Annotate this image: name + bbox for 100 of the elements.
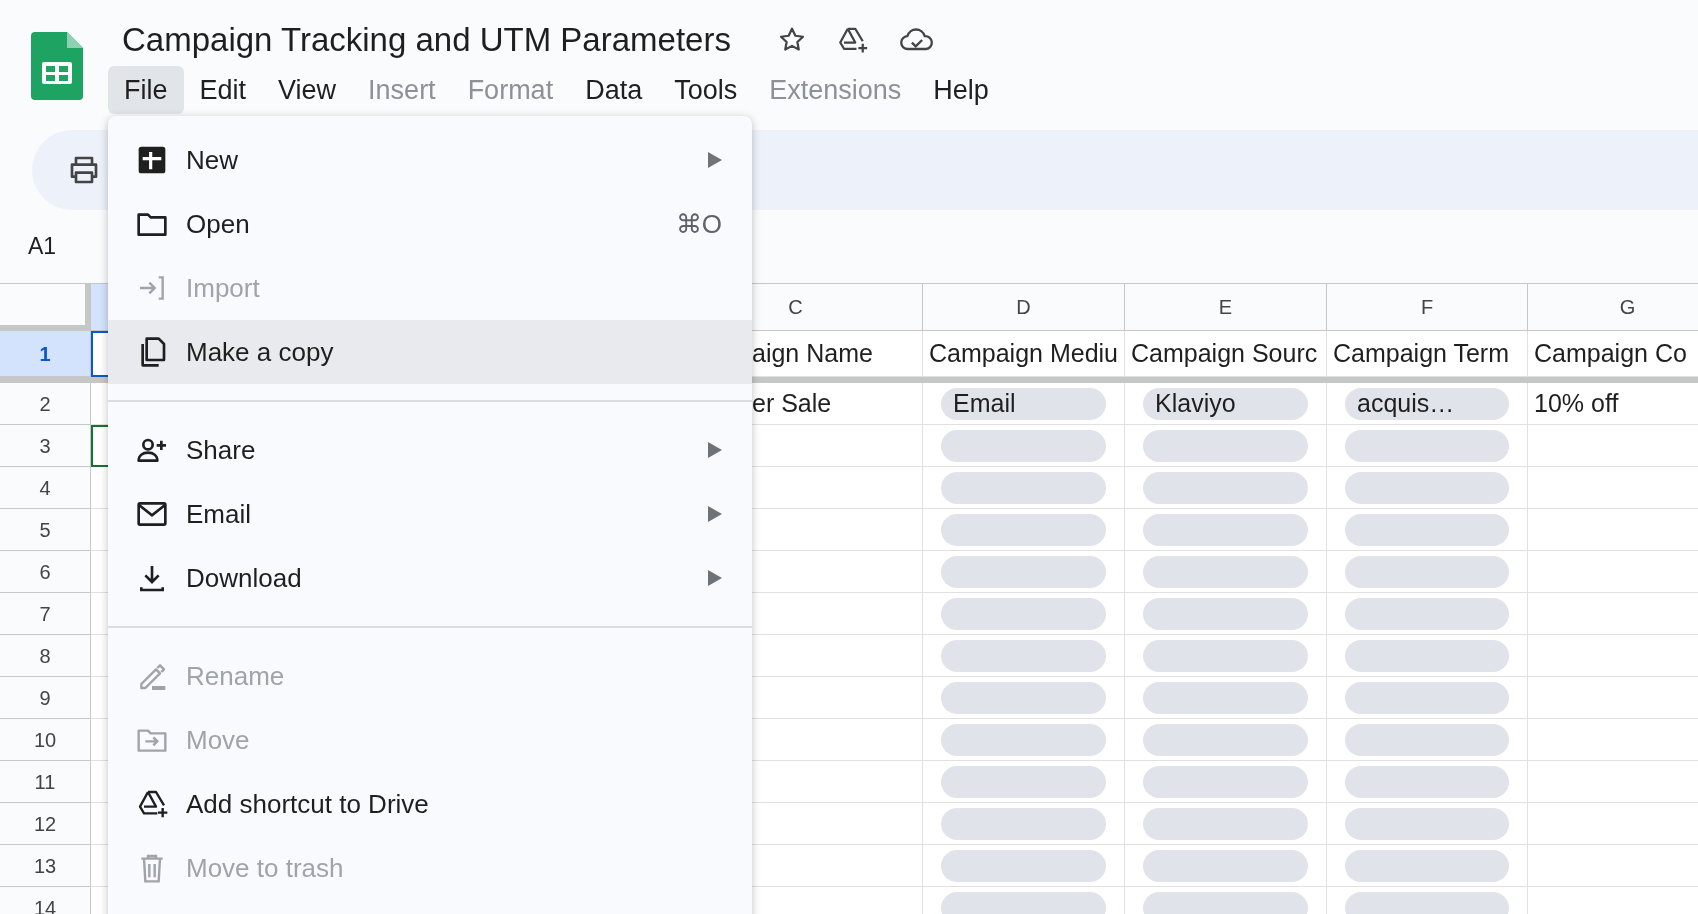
grid-cell[interactable] (1125, 761, 1327, 803)
print-icon[interactable] (68, 155, 100, 185)
document-title[interactable]: Campaign Tracking and UTM Parameters (122, 15, 731, 65)
dropdown-chip[interactable] (941, 765, 1106, 798)
grid-cell[interactable]: Klaviyo (1125, 383, 1327, 425)
grid-cell[interactable] (1327, 719, 1528, 761)
grid-cell[interactable] (1528, 719, 1698, 761)
dropdown-chip[interactable] (1345, 513, 1509, 546)
dropdown-chip[interactable] (941, 597, 1106, 630)
grid-cell[interactable] (1125, 593, 1327, 635)
dropdown-chip[interactable] (1143, 891, 1308, 914)
row-header[interactable]: 2 (0, 383, 91, 425)
row-header[interactable]: 4 (0, 467, 91, 509)
spreadsheet-logo-icon[interactable] (31, 32, 83, 100)
grid-cell[interactable] (923, 551, 1125, 593)
grid-cell[interactable] (1327, 635, 1528, 677)
dropdown-chip[interactable] (1143, 681, 1308, 714)
dropdown-chip[interactable] (1143, 597, 1308, 630)
grid-cell[interactable] (923, 635, 1125, 677)
menu-bar-item[interactable]: Edit (183, 66, 263, 114)
dropdown-chip[interactable] (1143, 639, 1308, 672)
grid-cell[interactable] (1125, 509, 1327, 551)
dropdown-chip[interactable] (1345, 429, 1509, 462)
grid-cell[interactable] (1528, 425, 1698, 467)
name-box[interactable]: A1 (28, 229, 57, 264)
dropdown-chip[interactable] (1345, 891, 1509, 914)
row-header[interactable]: 8 (0, 635, 91, 677)
dropdown-chip[interactable] (941, 429, 1106, 462)
grid-cell[interactable] (1125, 551, 1327, 593)
dropdown-chip[interactable] (1345, 681, 1509, 714)
grid-cell[interactable] (923, 467, 1125, 509)
grid-cell[interactable] (923, 845, 1125, 887)
grid-cell[interactable] (1528, 467, 1698, 509)
dropdown-chip[interactable] (1143, 555, 1308, 588)
dropdown-chip[interactable] (941, 471, 1106, 504)
grid-cell[interactable] (1327, 677, 1528, 719)
menu-item[interactable]: Add shortcut to Drive (108, 772, 752, 836)
row-header[interactable]: 9 (0, 677, 91, 719)
grid-cell[interactable] (1125, 719, 1327, 761)
dropdown-chip[interactable] (1143, 723, 1308, 756)
dropdown-chip[interactable] (1143, 849, 1308, 882)
grid-cell[interactable] (1327, 761, 1528, 803)
grid-cell[interactable] (1327, 593, 1528, 635)
grid-cell[interactable] (1528, 761, 1698, 803)
grid-cell[interactable] (923, 425, 1125, 467)
grid-cell[interactable] (1528, 803, 1698, 845)
grid-cell[interactable]: 10% off (1528, 383, 1698, 425)
row-header[interactable]: 12 (0, 803, 91, 845)
grid-cell[interactable] (1528, 509, 1698, 551)
menu-item[interactable]: Make a copy (108, 320, 752, 384)
dropdown-chip[interactable] (1345, 849, 1509, 882)
menu-item[interactable]: Download (108, 546, 752, 610)
menu-item[interactable]: Email (108, 482, 752, 546)
grid-cell[interactable] (1327, 467, 1528, 509)
dropdown-chip[interactable] (941, 723, 1106, 756)
grid-cell[interactable] (1528, 551, 1698, 593)
grid-cell[interactable] (1125, 467, 1327, 509)
grid-cell[interactable] (923, 719, 1125, 761)
dropdown-chip[interactable] (1345, 555, 1509, 588)
menu-bar-item[interactable]: File (108, 66, 184, 114)
dropdown-chip[interactable] (1345, 765, 1509, 798)
row-header[interactable]: 7 (0, 593, 91, 635)
dropdown-chip[interactable] (941, 513, 1106, 546)
grid-cell[interactable]: acquis… (1327, 383, 1528, 425)
grid-cell[interactable] (1327, 803, 1528, 845)
row-header[interactable]: 13 (0, 845, 91, 887)
menu-bar-item[interactable]: Data (569, 66, 659, 114)
dropdown-chip[interactable] (1143, 471, 1308, 504)
menu-bar-item[interactable]: Tools (658, 66, 754, 114)
dropdown-chip[interactable]: Klaviyo (1143, 387, 1308, 420)
dropdown-chip[interactable] (941, 849, 1106, 882)
grid-cell[interactable] (923, 803, 1125, 845)
dropdown-chip[interactable]: acquis… (1345, 387, 1509, 420)
row-header[interactable]: 11 (0, 761, 91, 803)
dropdown-chip[interactable]: Email (941, 387, 1106, 420)
dropdown-chip[interactable] (941, 807, 1106, 840)
dropdown-chip[interactable] (1143, 513, 1308, 546)
grid-cell[interactable] (1125, 425, 1327, 467)
row-header[interactable]: 5 (0, 509, 91, 551)
menu-bar-item[interactable]: View (262, 66, 353, 114)
grid-cell[interactable] (923, 677, 1125, 719)
dropdown-chip[interactable] (1345, 807, 1509, 840)
grid-cell[interactable] (923, 593, 1125, 635)
column-header[interactable]: E (1125, 284, 1327, 331)
grid-cell[interactable] (1528, 677, 1698, 719)
grid-cell[interactable] (923, 761, 1125, 803)
grid-cell[interactable] (1528, 635, 1698, 677)
dropdown-chip[interactable] (1345, 597, 1509, 630)
dropdown-chip[interactable] (1143, 429, 1308, 462)
grid-cell[interactable] (1327, 509, 1528, 551)
grid-cell[interactable] (923, 509, 1125, 551)
row-header[interactable]: 1 (0, 331, 91, 377)
select-all-corner[interactable] (0, 284, 91, 331)
grid-cell[interactable] (1327, 845, 1528, 887)
row-header[interactable]: 10 (0, 719, 91, 761)
dropdown-chip[interactable] (1143, 807, 1308, 840)
grid-cell[interactable] (1528, 593, 1698, 635)
menu-item[interactable]: Open ⌘O (108, 192, 752, 256)
dropdown-chip[interactable] (941, 681, 1106, 714)
grid-cell[interactable] (1528, 845, 1698, 887)
